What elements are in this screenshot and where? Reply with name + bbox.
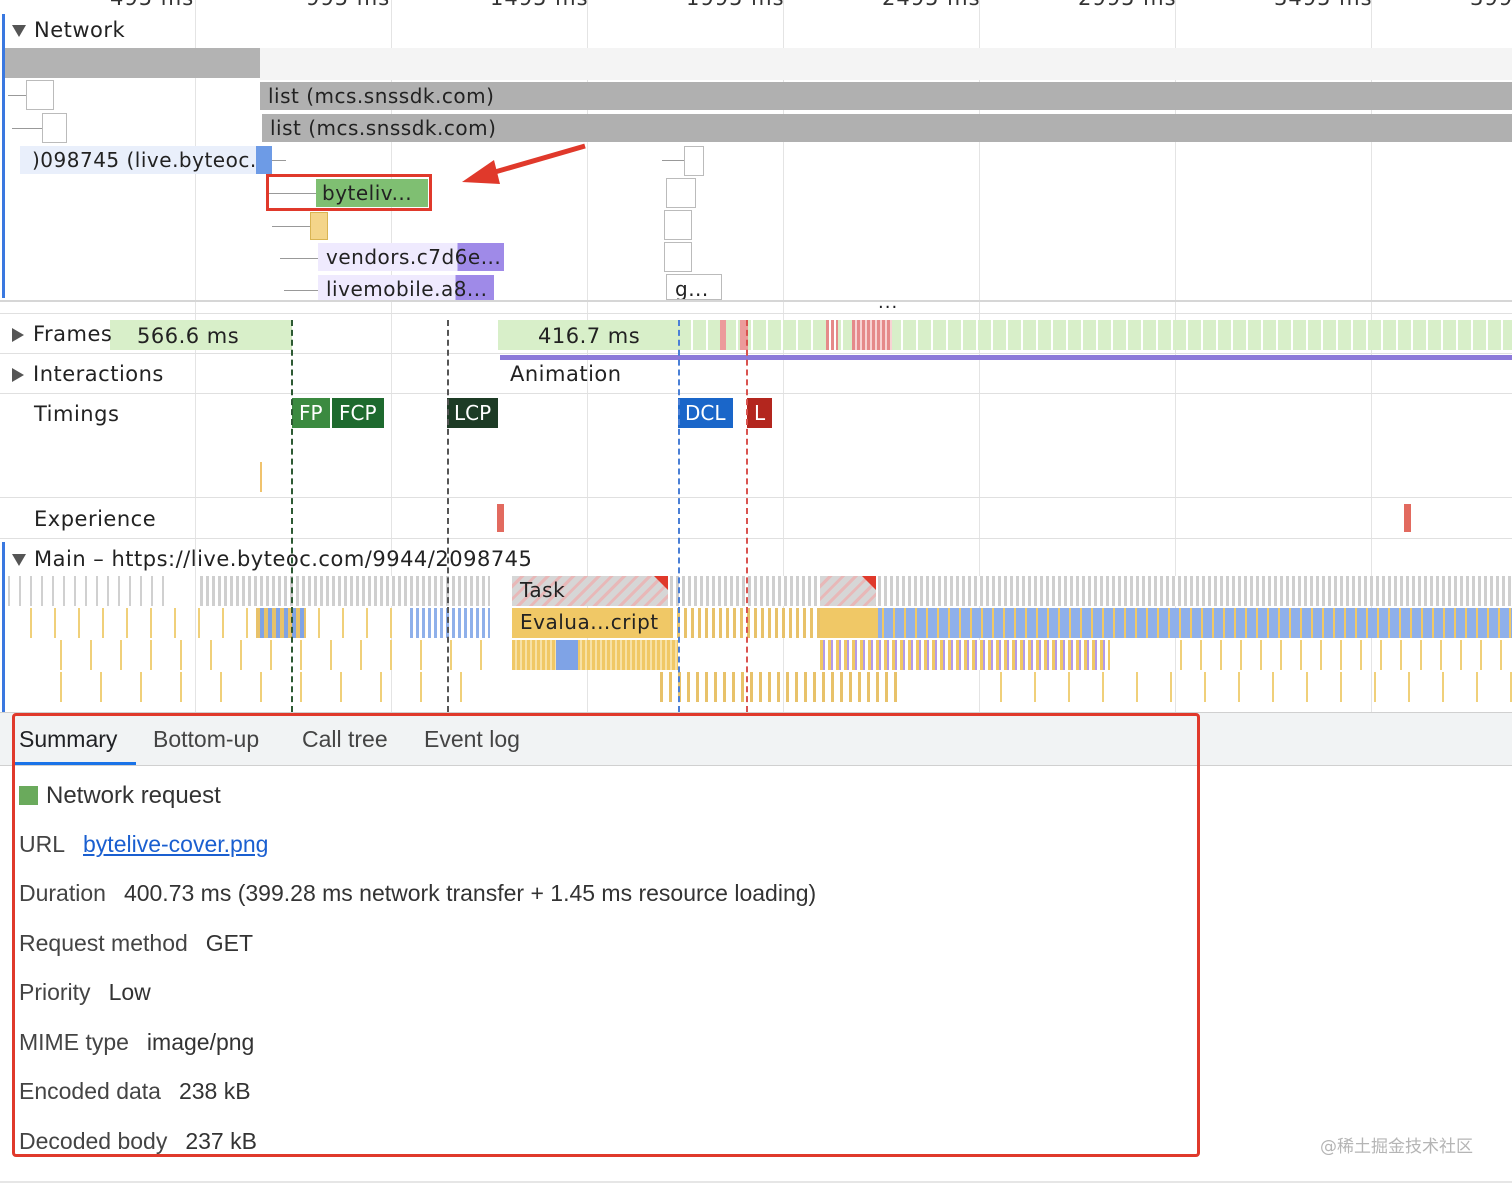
highlight-box bbox=[266, 174, 432, 211]
request-whisker bbox=[8, 95, 26, 96]
animation-bar[interactable] bbox=[500, 355, 1512, 360]
long-task-bar[interactable]: Task bbox=[512, 576, 668, 606]
layout-shift-marker[interactable] bbox=[497, 504, 504, 532]
main-track-header[interactable]: Main – https://live.byteoc.com/9944/2098… bbox=[12, 547, 532, 571]
ruler-tick: 1495 ms bbox=[490, 0, 589, 10]
dropped-frame[interactable] bbox=[826, 320, 838, 350]
dcl-line bbox=[678, 320, 680, 712]
collapse-triangle-icon bbox=[12, 554, 26, 566]
divider bbox=[0, 538, 1512, 539]
lcp-line bbox=[447, 320, 449, 712]
call-strip bbox=[820, 640, 1110, 670]
ruler-tick: 495 ms bbox=[110, 0, 194, 10]
network-request-bar[interactable] bbox=[684, 146, 704, 176]
network-request-list-2[interactable]: list (mcs.snssdk.com) bbox=[262, 114, 1512, 142]
divider bbox=[0, 300, 1512, 302]
network-request-document[interactable]: )098745 (live.byteoc.c... bbox=[20, 146, 272, 174]
ruler-tick: 2495 ms bbox=[882, 0, 981, 10]
divider bbox=[0, 313, 1512, 314]
ruler-tick: 399 bbox=[1470, 0, 1512, 10]
task-strip bbox=[878, 576, 1512, 606]
long-task-flag-icon bbox=[862, 576, 876, 590]
gridline bbox=[195, 0, 196, 712]
network-request-bar[interactable] bbox=[664, 210, 692, 240]
interactions-track-header[interactable]: Interactions bbox=[12, 362, 164, 386]
more-requests-indicator[interactable]: ... bbox=[878, 292, 898, 313]
call-strip bbox=[1000, 672, 1512, 702]
script-strip bbox=[878, 608, 1512, 638]
summary-highlight-box bbox=[12, 713, 1200, 1157]
timing-marker-load[interactable]: L bbox=[747, 398, 773, 428]
frames-track-header[interactable]: Frames bbox=[12, 322, 112, 346]
frame-duration: 566.6 ms bbox=[137, 324, 240, 348]
timing-marker-fp[interactable]: FP bbox=[292, 398, 330, 428]
network-request-list-1[interactable]: list (mcs.snssdk.com) bbox=[260, 82, 1512, 110]
network-request-vendors[interactable]: vendors.c7d6e... bbox=[318, 243, 504, 271]
script-strip bbox=[670, 608, 820, 638]
long-task-flag-icon bbox=[654, 576, 668, 590]
load-line bbox=[746, 320, 748, 712]
layout-shift-marker[interactable] bbox=[1404, 504, 1411, 532]
task-strip bbox=[670, 576, 820, 606]
expand-triangle-icon bbox=[12, 328, 24, 342]
divider bbox=[0, 393, 1512, 394]
request-whisker bbox=[272, 226, 310, 227]
timing-marker-lcp[interactable]: LCP bbox=[447, 398, 499, 428]
dropped-frame[interactable] bbox=[852, 320, 892, 350]
ruler-tick: 2995 ms bbox=[1078, 0, 1177, 10]
timing-marker-dcl[interactable]: DCL bbox=[678, 398, 733, 428]
request-whisker bbox=[272, 160, 286, 161]
script-strip bbox=[256, 608, 306, 638]
divider bbox=[0, 497, 1512, 498]
ruler-tick: 1995 ms bbox=[686, 0, 785, 10]
ruler-tick: 995 ms bbox=[306, 0, 390, 10]
request-whisker bbox=[284, 290, 318, 291]
network-request-g[interactable]: g... bbox=[666, 274, 722, 300]
fp-line bbox=[291, 320, 293, 712]
network-request-bar[interactable] bbox=[310, 212, 328, 240]
pointer-arrow-icon bbox=[462, 143, 586, 184]
network-request-bar[interactable] bbox=[5, 48, 260, 78]
frame-duration: 416.7 ms bbox=[538, 324, 641, 348]
evaluate-script-bar[interactable]: Evalua...cript bbox=[512, 608, 670, 638]
network-request-bar[interactable] bbox=[664, 242, 692, 272]
request-whisker bbox=[12, 128, 42, 129]
expand-triangle-icon bbox=[12, 368, 24, 382]
network-track-header[interactable]: Network bbox=[12, 18, 125, 42]
call-strip bbox=[660, 672, 900, 702]
ruler-tick: 3495 ms bbox=[1274, 0, 1373, 10]
script-strip bbox=[410, 608, 490, 638]
watermark: @稀土掘金技术社区 bbox=[1320, 1137, 1473, 1157]
track-accent bbox=[2, 542, 5, 712]
network-request-bar[interactable] bbox=[42, 113, 67, 143]
collapse-triangle-icon bbox=[12, 25, 26, 37]
network-request-bar[interactable] bbox=[666, 178, 696, 208]
animation-label: Animation bbox=[510, 362, 622, 386]
request-whisker bbox=[280, 258, 318, 259]
timings-track-header: Timings bbox=[34, 402, 120, 426]
call-strip bbox=[60, 672, 500, 702]
network-request-livemobile[interactable]: livemobile.a8... bbox=[318, 275, 494, 300]
call-strip bbox=[512, 640, 678, 670]
timing-marker-fcp[interactable]: FCP bbox=[332, 398, 384, 428]
network-request-bar[interactable] bbox=[26, 80, 54, 110]
dropped-frame[interactable] bbox=[720, 320, 726, 350]
divider bbox=[0, 353, 1512, 354]
task-strip bbox=[8, 576, 168, 606]
request-whisker bbox=[662, 160, 684, 161]
evaluate-script-bar[interactable] bbox=[820, 608, 878, 638]
call-strip bbox=[1180, 640, 1512, 670]
frames-strip bbox=[678, 320, 1512, 350]
call-bar[interactable] bbox=[556, 640, 578, 670]
experience-track-header: Experience bbox=[34, 507, 157, 531]
call-strip bbox=[60, 640, 500, 670]
timing-tick bbox=[260, 462, 262, 492]
network-row-bg bbox=[260, 48, 1512, 80]
